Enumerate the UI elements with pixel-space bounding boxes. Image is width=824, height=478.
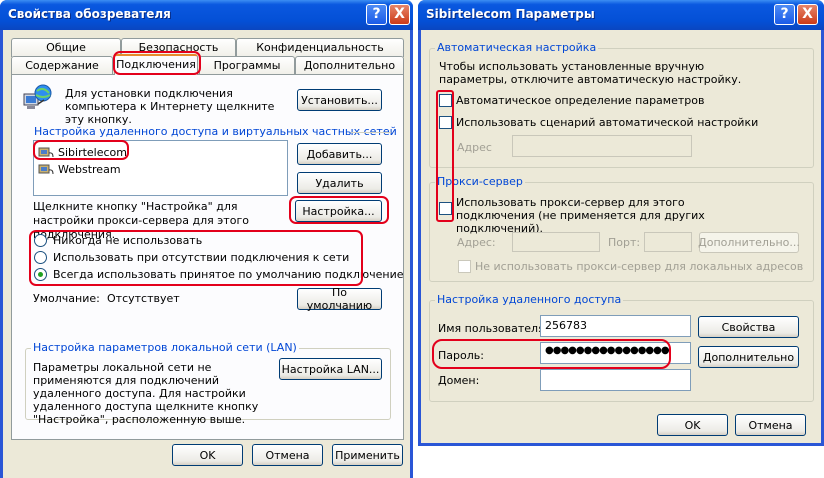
- default-value: Отсутствует: [107, 292, 180, 305]
- dialup-group-label: Настройка удаленного доступа и виртуальн…: [34, 125, 397, 138]
- title-bar[interactable]: Sibirtelecom Параметры ? X: [418, 0, 824, 30]
- tab-programs[interactable]: Программы: [199, 56, 295, 75]
- connection-sibirtelecom: Sibirtelecom: [58, 145, 127, 159]
- tab-general[interactable]: Общие: [11, 38, 121, 57]
- dialup-separator: [351, 132, 391, 133]
- script-address-input[interactable]: [512, 135, 692, 157]
- settings-button[interactable]: Настройка...: [295, 200, 382, 222]
- lan-group-label: Настройка параметров локальной сети (LAN…: [31, 341, 299, 354]
- setup-button[interactable]: Установить...: [297, 89, 382, 111]
- lan-text: Параметры локальной сети не применяются …: [33, 361, 259, 426]
- dialog-client: Общие Безопасность Конфиденциальность Со…: [3, 30, 410, 478]
- auto-script-label[interactable]: Использовать сценарий автоматической нас…: [456, 116, 758, 129]
- auto-config-text: Чтобы использовать установленные вручную…: [439, 60, 742, 86]
- network-globe-icon: [23, 84, 53, 112]
- bypass-local-checkbox[interactable]: [458, 260, 471, 273]
- use-proxy-label[interactable]: Использовать прокси-сервер для этого под…: [456, 196, 766, 235]
- setup-text: Для установки подключения компьютера к И…: [65, 87, 275, 126]
- lan-settings-button[interactable]: Настройка LAN...: [279, 358, 382, 380]
- dialup-connection-icon: [38, 162, 54, 176]
- list-item[interactable]: Webstream: [38, 161, 121, 177]
- connections-list[interactable]: Sibirtelecom Webstream: [33, 140, 288, 196]
- default-label: Умолчание:: [33, 292, 100, 305]
- close-button[interactable]: X: [389, 4, 410, 25]
- auto-script-checkbox[interactable]: [439, 116, 452, 129]
- title-bar[interactable]: Свойства обозревателя ? X: [0, 0, 413, 30]
- add-button[interactable]: Добавить...: [297, 143, 382, 165]
- connection-settings-window: Sibirtelecom Параметры ? X Автоматическа…: [418, 0, 824, 446]
- ok-button[interactable]: OK: [172, 444, 243, 466]
- radio-when-no-network-label[interactable]: Использовать при отсутствии подключения …: [53, 251, 349, 264]
- properties-button[interactable]: Свойства: [698, 316, 799, 338]
- close-button[interactable]: X: [797, 4, 818, 25]
- username-label: Имя пользователя:: [438, 322, 549, 335]
- proxy-address-label: Адрес:: [457, 236, 496, 249]
- list-item[interactable]: Sibirtelecom: [38, 144, 127, 160]
- radio-never-label[interactable]: Никогда не использовать: [53, 234, 202, 247]
- bypass-local-label[interactable]: Не использовать прокси-сервер для локаль…: [475, 260, 803, 273]
- password-label: Пароль:: [438, 349, 484, 362]
- connection-webstream: Webstream: [58, 162, 121, 176]
- advanced-button[interactable]: Дополнительно: [698, 346, 799, 368]
- domain-input[interactable]: [540, 369, 691, 391]
- radio-when-no-network[interactable]: [34, 251, 47, 264]
- dialup-settings-group-label: Настройка удаленного доступа: [435, 293, 624, 306]
- tab-content[interactable]: Содержание: [11, 56, 113, 75]
- window-title: Sibirtelecom Параметры: [426, 7, 595, 21]
- auto-config-group-label: Автоматическая настройка: [435, 41, 599, 54]
- set-default-button[interactable]: По умолчанию: [297, 286, 382, 312]
- script-address-label: Адрес: [457, 141, 492, 154]
- radio-always[interactable]: [34, 268, 47, 281]
- proxy-advanced-button[interactable]: Дополнительно...: [698, 232, 800, 253]
- auto-detect-label[interactable]: Автоматическое определение параметров: [456, 94, 704, 107]
- domain-label: Домен:: [438, 374, 480, 387]
- tab-connections[interactable]: Подключения: [114, 54, 198, 75]
- proxy-port-input[interactable]: [644, 232, 692, 252]
- auto-detect-checkbox[interactable]: [439, 94, 452, 107]
- proxy-port-label: Порт:: [608, 236, 641, 249]
- ok-button[interactable]: OK: [657, 414, 728, 436]
- cancel-button[interactable]: Отмена: [735, 414, 806, 436]
- help-button[interactable]: ?: [774, 4, 795, 25]
- internet-options-window: Свойства обозревателя ? X Общие Безопасн…: [0, 0, 413, 478]
- radio-never[interactable]: [34, 234, 47, 247]
- username-input[interactable]: 256783: [540, 315, 691, 337]
- delete-button[interactable]: Удалить: [297, 172, 382, 194]
- apply-button[interactable]: Применить: [332, 444, 403, 466]
- proxy-group-label: Прокси-сервер: [435, 175, 525, 188]
- cancel-button[interactable]: Отмена: [252, 444, 323, 466]
- use-proxy-checkbox[interactable]: [439, 202, 452, 215]
- dialog-client: Автоматическая настройка Чтобы использов…: [421, 30, 821, 443]
- dialup-connection-icon: [38, 145, 54, 159]
- window-title: Свойства обозревателя: [8, 7, 171, 21]
- proxy-address-input[interactable]: [512, 232, 600, 252]
- radio-always-label[interactable]: Всегда использовать принятое по умолчани…: [53, 268, 404, 281]
- help-button[interactable]: ?: [366, 4, 387, 25]
- tab-advanced[interactable]: Дополнительно: [295, 56, 404, 75]
- password-input[interactable]: ●●●●●●●●●●●●●●●●: [540, 342, 691, 364]
- tab-privacy[interactable]: Конфиденциальность: [236, 38, 404, 57]
